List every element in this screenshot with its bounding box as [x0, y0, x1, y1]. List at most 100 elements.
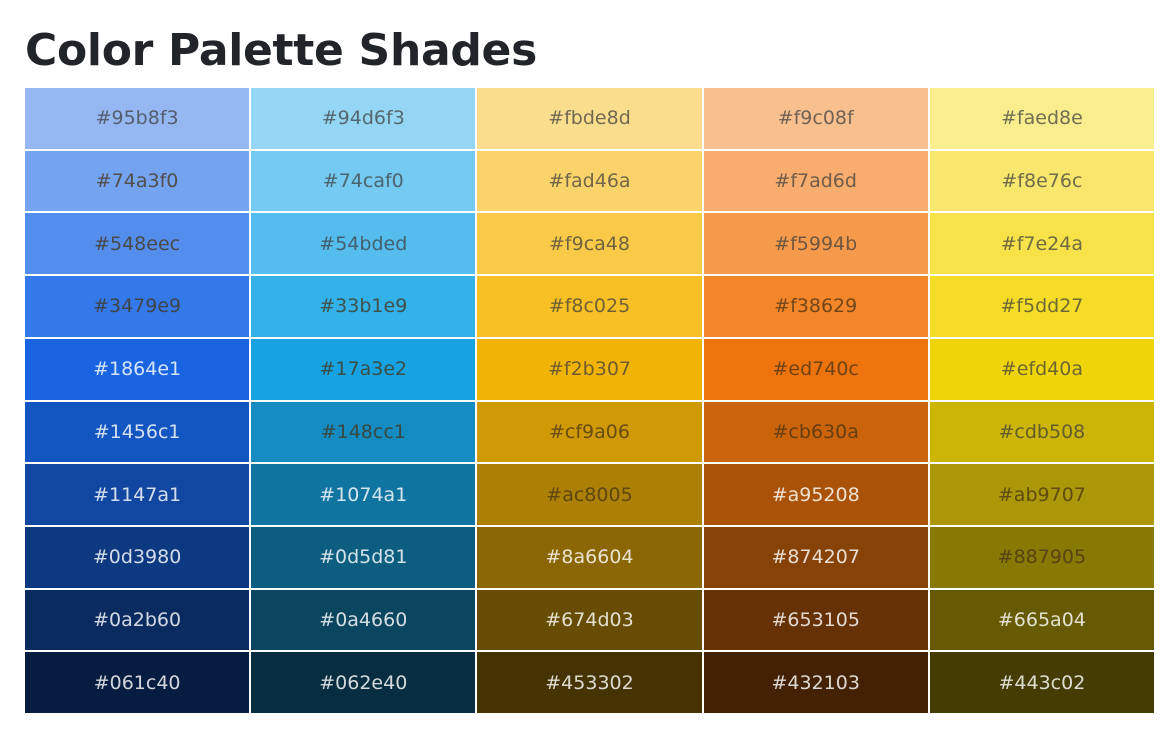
hex-code-label: #1074a1	[319, 483, 408, 506]
hex-code-label: #061c40	[93, 671, 181, 694]
hex-code-label: #faed8e	[1001, 107, 1083, 130]
hex-code-label: #ed740c	[772, 358, 859, 381]
hex-code-label: #cdb508	[998, 420, 1086, 443]
hex-code-label: #674d03	[545, 608, 634, 631]
hex-code-label: #f5994b	[774, 232, 858, 255]
hex-code-label: #94d6f3	[321, 107, 405, 130]
hex-code-label: #1147a1	[93, 483, 182, 506]
hex-code-label: #54bded	[319, 232, 408, 255]
color-swatch-orange-1[interactable]: #f9c08f	[703, 88, 928, 149]
hex-code-label: #432103	[771, 671, 860, 694]
hex-code-label: #0a4660	[319, 608, 408, 631]
hex-code-label: #efd40a	[1000, 358, 1083, 381]
hex-code-label: #f8c025	[548, 295, 631, 318]
color-swatch-yellow-9[interactable]: #665a04	[929, 589, 1154, 651]
color-swatch-blue-1[interactable]: #95b8f3	[25, 88, 250, 149]
color-palette-grid: #95b8f3 #94d6f3 #fbde8d #f9c08f #faed8e #74a3…	[25, 88, 1154, 713]
hex-code-label: #a95208	[771, 483, 860, 506]
page-title: Color Palette Shades	[25, 25, 537, 76]
hex-code-label: #fbde8d	[548, 107, 631, 130]
hex-code-label: #cf9a06	[549, 420, 630, 443]
hex-code-label: #f9ca48	[549, 232, 630, 255]
color-swatch-sky-5[interactable]: #17a3e2	[251, 338, 476, 400]
color-swatch-sky-3[interactable]: #54bded	[251, 213, 476, 275]
hex-code-label: #887905	[997, 546, 1087, 569]
color-swatch-blue-10[interactable]: #061c40	[25, 652, 250, 713]
color-swatch-amber-10[interactable]: #453302	[477, 652, 702, 713]
color-swatch-yellow-8[interactable]: #887905	[929, 526, 1154, 588]
color-swatch-amber-3[interactable]: #f9ca48	[477, 213, 702, 275]
hex-code-label: #f7ad6d	[774, 170, 857, 193]
color-swatch-yellow-10[interactable]: #443c02	[929, 652, 1154, 713]
color-swatch-orange-8[interactable]: #874207	[703, 526, 928, 588]
color-swatch-blue-9[interactable]: #0a2b60	[25, 589, 250, 651]
hex-code-label: #f2b307	[547, 358, 631, 381]
color-swatch-yellow-5[interactable]: #efd40a	[929, 338, 1154, 400]
color-swatch-yellow-7[interactable]: #ab9707	[929, 464, 1154, 525]
color-swatch-amber-2[interactable]: #fad46a	[477, 150, 702, 212]
hex-code-label: #3479e9	[93, 295, 182, 318]
hex-code-label: #148cc1	[320, 420, 406, 443]
hex-code-label: #33b1e9	[319, 295, 408, 318]
color-swatch-sky-4[interactable]: #33b1e9	[251, 276, 476, 337]
color-swatch-amber-4[interactable]: #f8c025	[477, 276, 702, 337]
hex-code-label: #653105	[771, 608, 860, 631]
color-swatch-sky-7[interactable]: #1074a1	[251, 464, 476, 525]
hex-code-label: #0d3980	[92, 546, 182, 569]
color-swatch-blue-4[interactable]: #3479e9	[25, 276, 250, 337]
color-swatch-sky-6[interactable]: #148cc1	[251, 401, 476, 463]
color-swatch-yellow-6[interactable]: #cdb508	[929, 401, 1154, 463]
color-swatch-orange-2[interactable]: #f7ad6d	[703, 150, 928, 212]
color-swatch-amber-1[interactable]: #fbde8d	[477, 88, 702, 149]
color-swatch-orange-10[interactable]: #432103	[703, 652, 928, 713]
hex-code-label: #062e40	[319, 671, 408, 694]
color-swatch-yellow-1[interactable]: #faed8e	[929, 88, 1154, 149]
hex-code-label: #0d5d81	[319, 546, 408, 569]
color-swatch-amber-9[interactable]: #674d03	[477, 589, 702, 651]
hex-code-label: #fad46a	[548, 170, 631, 193]
color-swatch-amber-7[interactable]: #ac8005	[477, 464, 702, 525]
hex-code-label: #f5dd27	[1000, 295, 1084, 318]
color-swatch-orange-5[interactable]: #ed740c	[703, 338, 928, 400]
hex-code-label: #0a2b60	[93, 608, 182, 631]
hex-code-label: #f38629	[774, 295, 858, 318]
color-swatch-orange-6[interactable]: #cb630a	[703, 401, 928, 463]
hex-code-label: #17a3e2	[319, 358, 408, 381]
hex-code-label: #f7e24a	[1000, 232, 1083, 255]
color-swatch-orange-7[interactable]: #a95208	[703, 464, 928, 525]
hex-code-label: #74a3f0	[95, 170, 179, 193]
hex-code-label: #f9c08f	[777, 107, 854, 130]
color-swatch-blue-6[interactable]: #1456c1	[25, 401, 250, 463]
color-swatch-sky-2[interactable]: #74caf0	[251, 150, 476, 212]
hex-code-label: #cb630a	[772, 420, 859, 443]
hex-code-label: #f8e76c	[1001, 170, 1083, 193]
hex-code-label: #665a04	[997, 608, 1086, 631]
color-swatch-amber-6[interactable]: #cf9a06	[477, 401, 702, 463]
color-swatch-yellow-2[interactable]: #f8e76c	[929, 150, 1154, 212]
hex-code-label: #874207	[771, 546, 860, 569]
color-swatch-blue-8[interactable]: #0d3980	[25, 526, 250, 588]
color-swatch-sky-9[interactable]: #0a4660	[251, 589, 476, 651]
color-swatch-orange-9[interactable]: #653105	[703, 589, 928, 651]
hex-code-label: #74caf0	[322, 170, 404, 193]
color-swatch-blue-3[interactable]: #548eec	[25, 213, 250, 275]
hex-code-label: #95b8f3	[95, 107, 179, 130]
hex-code-label: #8a6604	[545, 546, 634, 569]
hex-code-label: #1456c1	[93, 420, 181, 443]
hex-code-label: #ab9707	[997, 483, 1086, 506]
color-swatch-orange-3[interactable]: #f5994b	[703, 213, 928, 275]
color-swatch-blue-5[interactable]: #1864e1	[25, 338, 250, 400]
color-swatch-yellow-4[interactable]: #f5dd27	[929, 276, 1154, 337]
color-swatch-orange-4[interactable]: #f38629	[703, 276, 928, 337]
hex-code-label: #ac8005	[546, 483, 633, 506]
hex-code-label: #1864e1	[93, 358, 182, 381]
color-swatch-sky-1[interactable]: #94d6f3	[251, 88, 476, 149]
color-swatch-amber-8[interactable]: #8a6604	[477, 526, 702, 588]
color-swatch-amber-5[interactable]: #f2b307	[477, 338, 702, 400]
color-swatch-yellow-3[interactable]: #f7e24a	[929, 213, 1154, 275]
color-swatch-blue-2[interactable]: #74a3f0	[25, 150, 250, 212]
color-swatch-sky-10[interactable]: #062e40	[251, 652, 476, 713]
hex-code-label: #443c02	[998, 671, 1086, 694]
color-swatch-sky-8[interactable]: #0d5d81	[251, 526, 476, 588]
color-swatch-blue-7[interactable]: #1147a1	[25, 464, 250, 525]
